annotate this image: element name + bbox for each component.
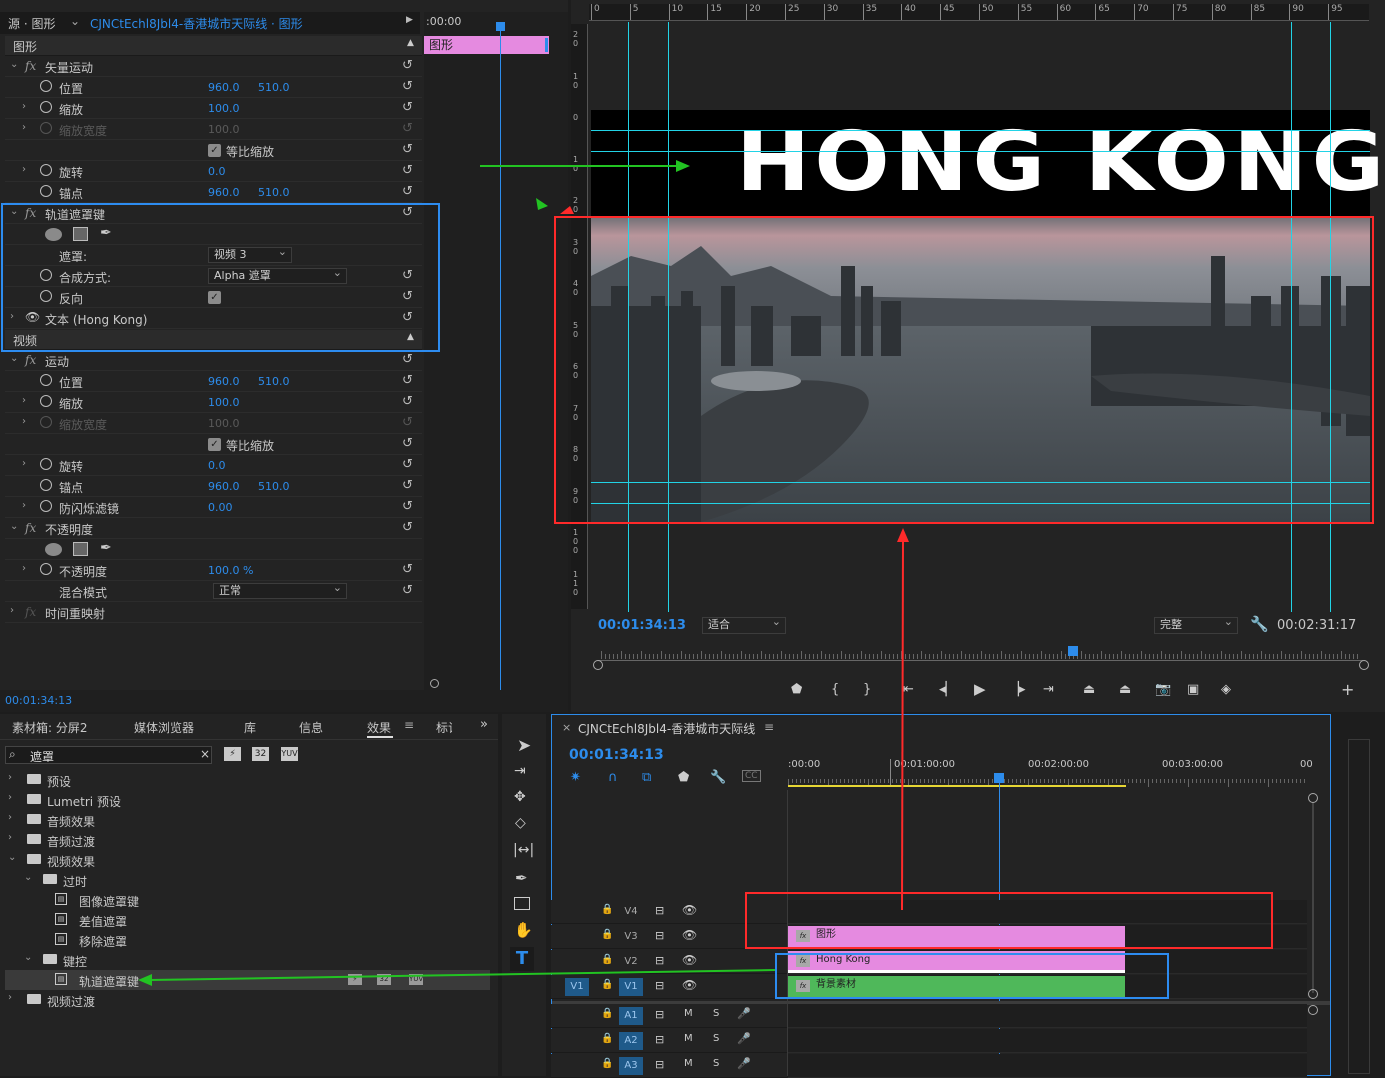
annotation-arrows (138, 160, 909, 986)
